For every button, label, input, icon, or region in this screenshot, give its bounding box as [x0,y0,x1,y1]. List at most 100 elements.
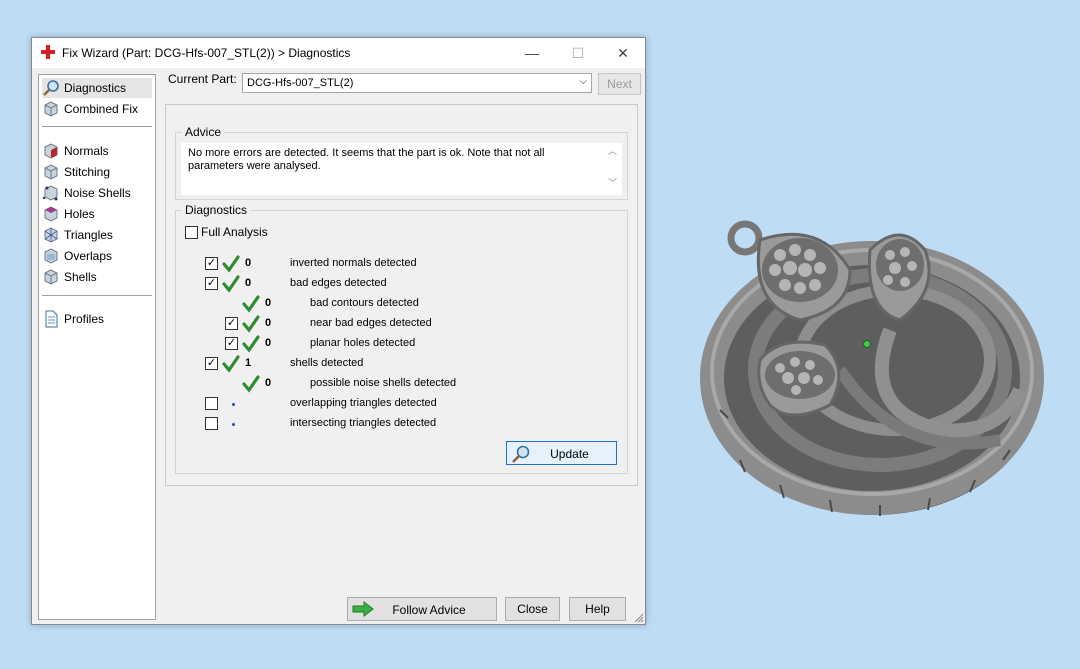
diagnostic-row: 0 bad contours detected [176,295,616,313]
row-checkbox[interactable]: ✓ [205,257,218,270]
current-part-value: DCG-Hfs-007_STL(2) [247,77,354,89]
row-checkbox[interactable]: ✓ [205,357,218,370]
diagnostics-group: Diagnostics Full Analysis ✓ 0 inverted n… [175,203,628,474]
diagnostic-row: ✓ 0 near bad edges detected [176,315,616,333]
minimize-button[interactable]: — [509,38,555,68]
current-part-select[interactable]: DCG-Hfs-007_STL(2) ⌵ [242,73,592,93]
sidebar-item-shells[interactable]: Shells [42,267,152,287]
cube-icon [44,101,58,117]
scroll-down-icon[interactable]: ﹀ [608,176,617,189]
row-count: 0 [265,317,272,329]
advice-textbox[interactable]: No more errors are detected. It seems th… [181,143,622,195]
diagnostic-row: 0 possible noise shells detected [176,375,616,393]
row-label: shells detected [290,357,364,369]
sidebar-item-label: Noise Shells [64,186,131,200]
sidebar-item-diagnostics[interactable]: Diagnostics [42,78,152,98]
window-title: Fix Wizard (Part: DCG-Hfs-007_STL(2)) > … [62,46,351,60]
noise-shells-icon [42,185,58,201]
diagnostic-row: ✓ 0 planar holes detected [176,335,616,353]
advice-scrollbar[interactable]: ︿ ﹀ [606,143,622,195]
sidebar-item-holes[interactable]: Holes [42,204,152,224]
row-checkbox[interactable]: ✓ [225,337,238,350]
chevron-down-icon: ⌵ [579,76,587,87]
wizard-sidebar: Diagnostics Combined Fix Normals Stitchi… [38,74,156,620]
close-window-button[interactable]: ✕ [600,38,646,68]
diagnostic-row: ✓ 0 inverted normals detected [176,255,616,273]
sidebar-item-label: Triangles [64,228,113,242]
sidebar-item-label: Holes [64,207,95,221]
row-label: near bad edges detected [310,317,432,329]
diagnostics-title: Diagnostics [182,203,251,217]
check-mark-icon [222,355,240,373]
document-icon [45,310,58,328]
row-checkbox[interactable]: ✓ [225,317,238,330]
stitching-cube-icon [44,164,58,180]
triangles-icon [44,227,58,243]
pivot-point-marker [863,340,871,348]
diagnostic-row: overlapping triangles detected [176,395,616,413]
row-count: 0 [265,377,272,389]
pendant-3d-model[interactable] [700,210,1050,530]
row-count: 0 [245,257,252,269]
close-button[interactable]: Close [505,597,560,621]
follow-advice-button[interactable]: Follow Advice [347,597,497,621]
diagnostic-row: ✓ 1 shells detected [176,355,616,373]
row-count: 1 [245,357,252,369]
magnifier-icon [43,80,59,96]
teardrop-cluster-bottom [757,340,841,417]
title-bar[interactable]: Fix Wizard (Part: DCG-Hfs-007_STL(2)) > … [32,38,645,68]
follow-advice-label: Follow Advice [392,603,466,617]
current-part-label: Current Part: [168,72,237,86]
sidebar-item-profiles[interactable]: Profiles [42,309,152,329]
check-mark-icon [222,275,240,293]
update-button-label: Update [550,447,589,461]
holes-cube-icon [44,206,58,222]
check-mark-icon [242,375,260,393]
diagnostic-row: ✓ 0 bad edges detected [176,275,616,293]
diagnostics-panel: Advice No more errors are detected. It s… [165,104,638,486]
row-label: bad contours detected [310,297,419,309]
check-mark-icon [222,255,240,273]
advice-group: Advice No more errors are detected. It s… [175,125,628,200]
fix-wizard-window: Fix Wizard (Part: DCG-Hfs-007_STL(2)) > … [31,37,646,625]
next-button[interactable]: Next [598,73,641,95]
help-button[interactable]: Help [569,597,626,621]
row-label: inverted normals detected [290,257,417,269]
sidebar-item-label: Overlaps [64,249,113,263]
sidebar-item-label: Profiles [64,312,105,326]
row-checkbox[interactable]: ✓ [205,277,218,290]
check-mark-icon [242,315,260,333]
row-checkbox[interactable] [205,417,218,430]
row-label: overlapping triangles detected [290,397,437,409]
resize-grip-icon[interactable] [634,613,644,623]
sidebar-item-overlaps[interactable]: Overlaps [42,246,152,266]
row-count: 0 [265,337,272,349]
row-count: 0 [245,277,252,289]
pending-dot-icon [232,403,235,406]
red-cross-icon [41,45,55,59]
sidebar-item-combined-fix[interactable]: Combined Fix [42,99,152,119]
sidebar-item-triangles[interactable]: Triangles [42,225,152,245]
row-label: intersecting triangles detected [290,417,437,429]
scroll-up-icon[interactable]: ︿ [608,144,617,157]
maximize-button[interactable]: ☐ [555,38,601,68]
check-mark-icon [242,335,260,353]
sidebar-item-noise-shells[interactable]: Noise Shells [42,183,152,203]
sidebar-divider [42,295,152,296]
sidebar-item-label: Normals [64,144,109,158]
pending-dot-icon [232,423,235,426]
row-label: planar holes detected [310,337,416,349]
update-button[interactable]: Update [506,441,617,465]
check-mark-icon [242,295,260,313]
sidebar-item-stitching[interactable]: Stitching [42,162,152,182]
normals-cube-icon [44,143,58,159]
advice-title: Advice [182,125,225,139]
sidebar-item-normals[interactable]: Normals [42,141,152,161]
row-checkbox[interactable] [205,397,218,410]
advice-text: No more errors are detected. It seems th… [188,147,545,172]
row-label: possible noise shells detected [310,377,457,389]
diagnostic-row: intersecting triangles detected [176,415,616,433]
row-label: bad edges detected [290,277,387,289]
row-count: 0 [265,297,272,309]
full-analysis-checkbox[interactable] [185,226,198,239]
